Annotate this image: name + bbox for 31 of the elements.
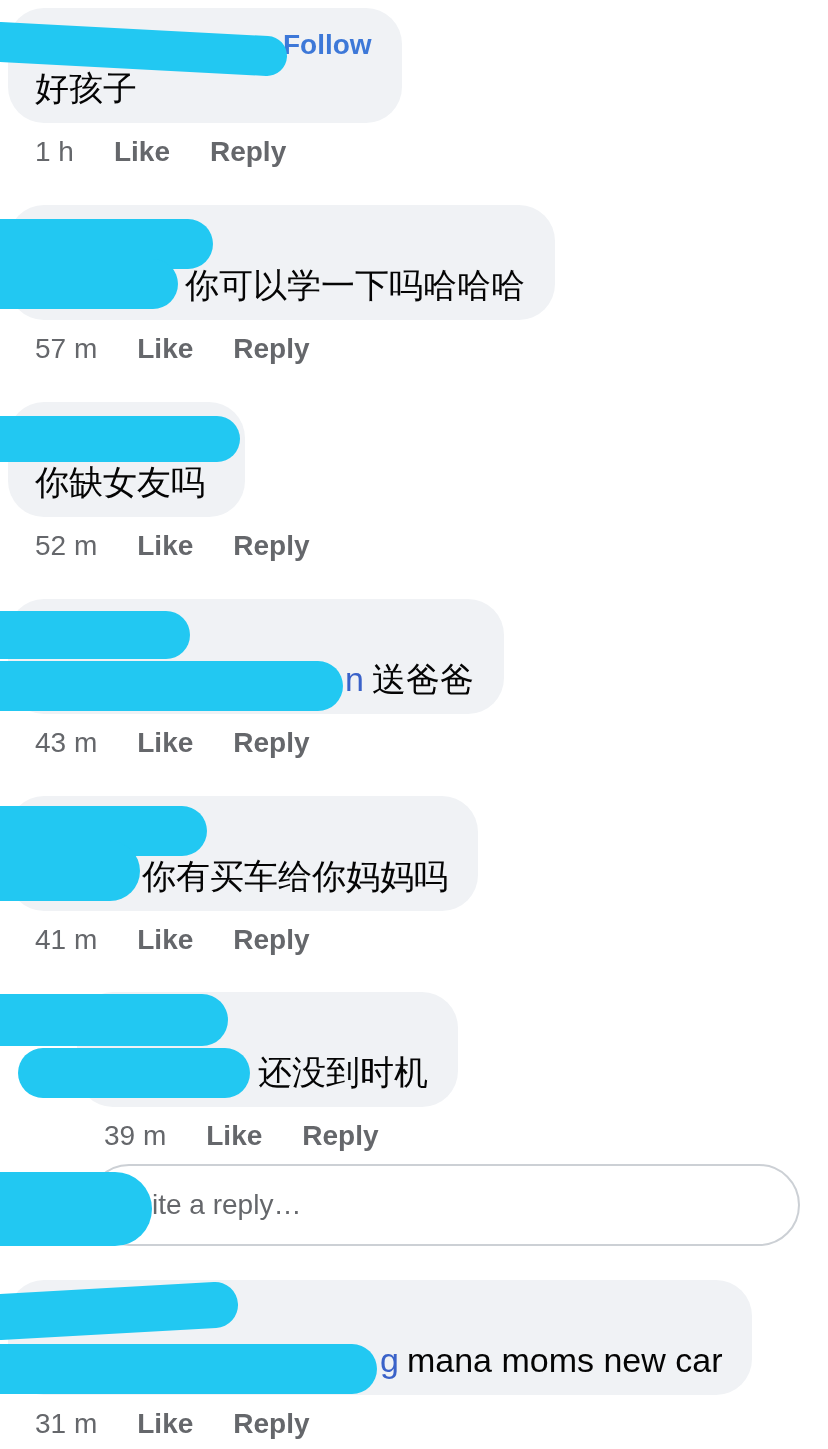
reply-button[interactable]: Reply — [302, 1119, 379, 1153]
reply-button[interactable]: Reply — [233, 1407, 310, 1441]
reply-button[interactable]: Reply — [233, 332, 310, 366]
follow-link[interactable]: Follow — [283, 28, 372, 62]
comment-text: 好孩子 — [35, 68, 137, 109]
comment-time: 52 m — [35, 530, 98, 562]
comment-time: 57 m — [35, 333, 98, 365]
like-button[interactable]: Like — [137, 1407, 194, 1441]
mention-link[interactable]: g — [380, 1339, 399, 1381]
comment-time: 41 m — [35, 924, 98, 956]
like-button[interactable]: Like — [137, 332, 194, 366]
mention-link[interactable]: n — [345, 658, 364, 700]
like-button[interactable]: Like — [113, 135, 170, 169]
comment-text: mana moms new car — [406, 1340, 723, 1381]
reply-button[interactable]: Reply — [209, 135, 287, 169]
comment-text: 你有买车给你妈妈吗 — [142, 856, 448, 897]
like-button[interactable]: Like — [137, 726, 194, 760]
like-button[interactable]: Like — [206, 1119, 263, 1153]
comment-text: 还没到时机 — [258, 1052, 428, 1093]
like-button[interactable]: Like — [137, 923, 194, 957]
comment-text: 你可以学一下吗哈哈哈 — [185, 265, 525, 306]
like-button[interactable]: Like — [137, 529, 194, 563]
comment-time: 31 m — [35, 1408, 98, 1440]
comment-time: 1 h — [35, 136, 74, 168]
comment-time: 39 m — [104, 1120, 167, 1152]
reply-button[interactable]: Reply — [233, 726, 310, 760]
comment-text: 你缺女友吗 — [35, 462, 205, 503]
reply-button[interactable]: Reply — [233, 529, 310, 563]
reply-button[interactable]: Reply — [233, 923, 310, 957]
comment-time: 43 m — [35, 727, 98, 759]
comment-text: 送爸爸 — [371, 659, 474, 700]
